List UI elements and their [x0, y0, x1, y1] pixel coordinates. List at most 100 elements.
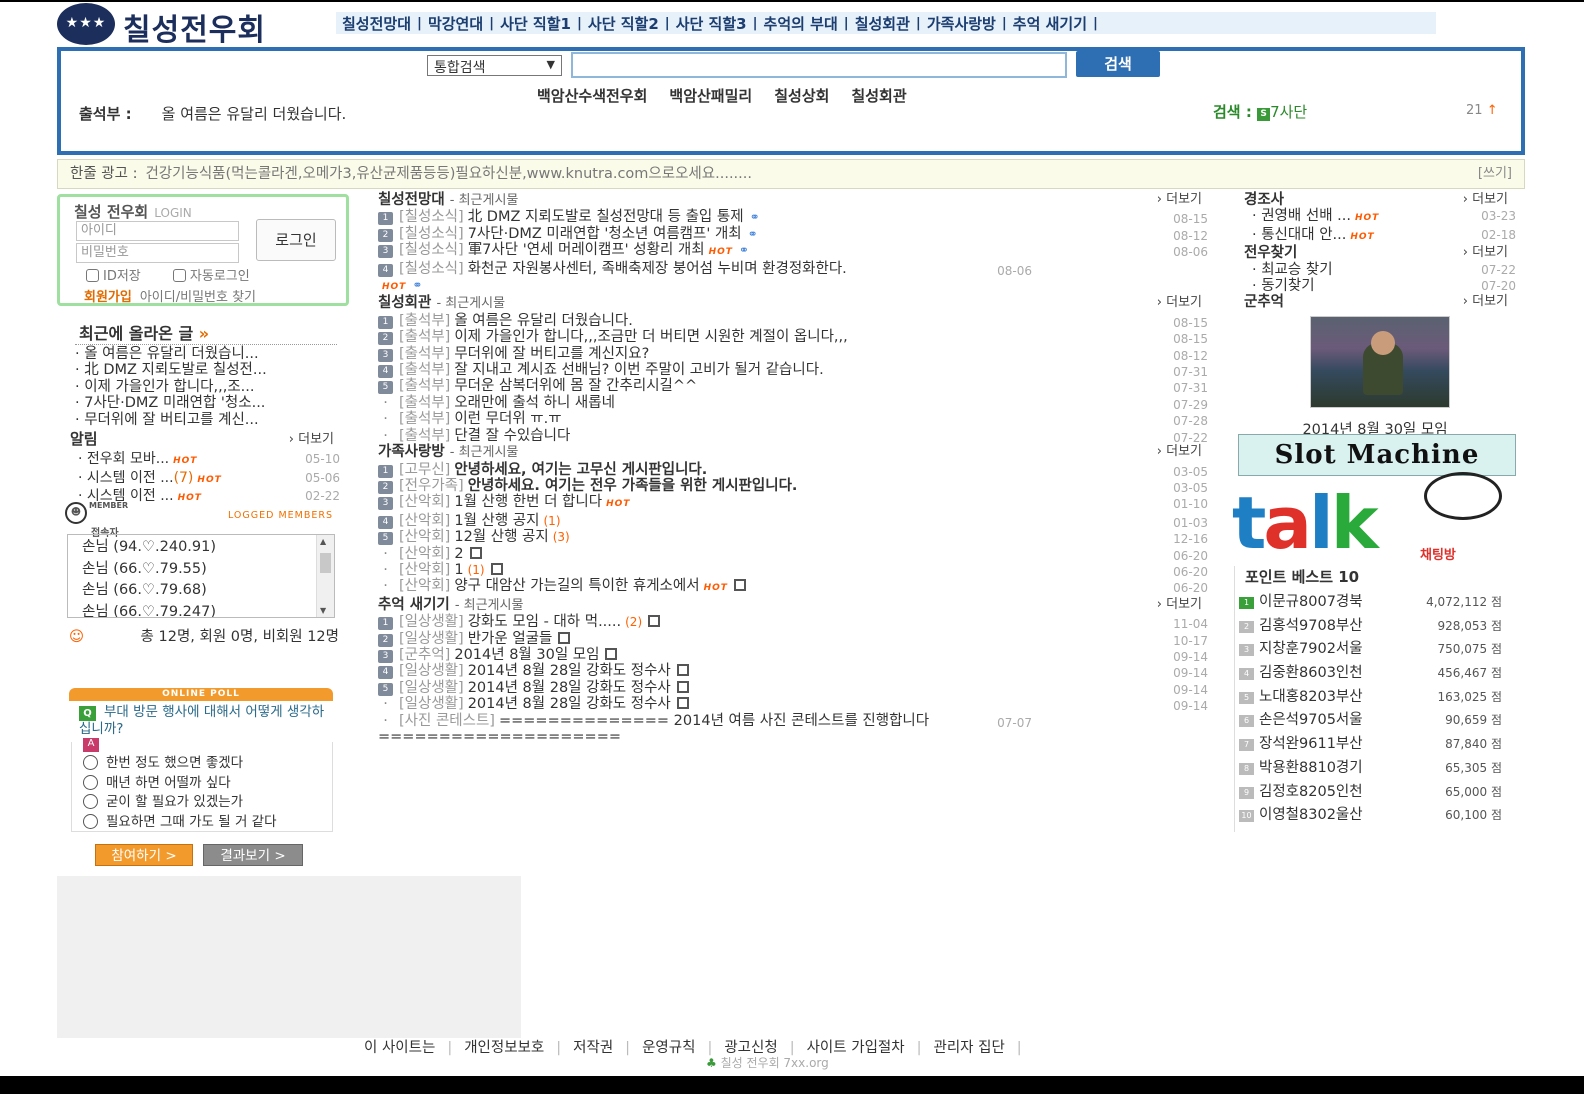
post-title[interactable]: 이런 무더위 ㅠ.ㅠ [454, 411, 561, 427]
nav-item[interactable]: 사단 직할1 [494, 13, 577, 34]
board-post[interactable]: 4 [일상생활] 2014년 8월 28일 강화도 정수사 09-14 [378, 663, 1214, 680]
board-post[interactable]: 동기찾기 07-20 [1244, 278, 1524, 294]
board-post[interactable]: 5 [일상생활] 2014년 8월 28일 강화도 정수사 09-14 [378, 680, 1214, 697]
post-title[interactable]: 2014년 8월 28일 강화도 정수사 [468, 696, 671, 712]
scroll-thumb[interactable] [320, 553, 331, 573]
footer-link[interactable]: 관리자 집단 [933, 1040, 1004, 1056]
board-post[interactable]: · [출석부] 이런 무더위 ㅠ.ㅠ 07-28 [378, 411, 1214, 428]
points-rank-item[interactable]: 7 장석완9611부산 87,840 점 [1235, 733, 1510, 757]
post-title[interactable]: 단결 잘 수있습니다 [454, 428, 570, 444]
board-name[interactable]: 칠성전망대 [378, 192, 445, 208]
scroll-down-icon[interactable]: ▼ [320, 606, 326, 615]
ad-write-link[interactable]: [쓰기] [1478, 160, 1512, 188]
post-title[interactable]: 무더운 삼복더위에 몸 잘 간추리시길^^ [454, 378, 697, 394]
ad-text[interactable]: 건강기능식품(먹는콜라겐,오메가3,유산균제품등등)필요하신분,www.knut… [145, 166, 752, 182]
poll-option[interactable]: 매년 하면 어떨까 싶다 [83, 774, 277, 794]
join-link[interactable]: 회원가입 [84, 290, 132, 305]
board-post[interactable]: 1 [칠성소식] 北 DMZ 지뢰도발로 칠성전망대 등 출입 통제 ⚭ 08-15 [378, 209, 1214, 226]
member-entry[interactable]: 손님 (94.♡.240.91) [82, 537, 334, 559]
poll-result-button[interactable]: 결과보기 > [203, 844, 303, 866]
footer-link[interactable]: 운영규칙 [642, 1040, 695, 1056]
login-button[interactable]: 로그인 [256, 219, 336, 261]
board-more-link[interactable]: 더보기 [1157, 597, 1202, 613]
chat-room-banner[interactable]: talk 채팅방 [1232, 472, 1502, 563]
save-id-checkbox[interactable] [86, 269, 99, 282]
quick-link[interactable]: 칠성상회 [774, 87, 829, 105]
board-post[interactable]: 2 [출석부] 이제 가을인가 합니다,,,조금만 더 버티면 시원한 계절이 옵니… [378, 329, 1214, 346]
board-post[interactable]: 2 [칠성소식] 7사단·DMZ 미래연합 '청소년 여름캠프' 개최 ⚭ 08-12 [378, 226, 1214, 243]
board-post[interactable]: 1 [출석부] 올 여름은 유달리 더웠습니다. 08-15 [378, 313, 1214, 330]
notice-item[interactable]: 전우회 모바...HOT 05-10 [70, 451, 342, 470]
memories-more-link[interactable]: 더보기 [1463, 294, 1508, 310]
footer-link[interactable]: 저작권 [573, 1040, 613, 1056]
auto-login-checkbox[interactable] [172, 269, 186, 282]
post-title[interactable]: 2014년 8월 30일 모임 [454, 647, 599, 663]
post-title[interactable]: 北 DMZ 지뢰도발로 칠성전망대 등 출입 통제 [468, 209, 744, 225]
nav-item[interactable]: 추억의 부대 [758, 13, 844, 34]
post-title[interactable]: 안녕하세요, 여기는 고무신 게시판입니다. [454, 462, 707, 478]
post-title[interactable]: 12월 산행 공지 [454, 529, 548, 545]
post-title[interactable]: 잘 지내고 계시죠 선배님? 이번 주말이 고비가 될거 같습니다. [454, 362, 823, 378]
nav-item[interactable]: 막강연대 [422, 13, 489, 34]
poll-option[interactable]: 굳이 할 필요가 있겠는가 [83, 793, 277, 813]
member-entry[interactable]: 손님 (66.♡.79.68) [82, 580, 334, 602]
points-rank-item[interactable]: 5 노대홍8203부산 163,025 점 [1235, 686, 1510, 710]
post-title[interactable]: 무더위에 잘 버티고를 계신지요? [454, 346, 649, 362]
board-more-link[interactable]: 더보기 [1463, 245, 1508, 261]
nav-item[interactable]: 가족사랑방 [921, 13, 1002, 34]
board-post[interactable]: · [산악회] 2 06-20 [378, 546, 1214, 563]
footer-link[interactable]: 개인정보보호 [464, 1040, 544, 1056]
board-post[interactable]: 1 [일상생활] 강화도 모임 - 대하 먹..... (2) 11-04 [378, 614, 1214, 631]
recent-post-item[interactable]: 7사단·DMZ 미래연합 '청소... [75, 395, 267, 411]
board-post[interactable]: · [사진 콘테스트] ============== 2014년 여름 사진 콘테스… [378, 713, 1038, 746]
recent-post-item[interactable]: 이제 가을인가 합니다,,,조... [75, 379, 267, 395]
recent-post-item[interactable]: 올 여름은 유달리 더웠습니... [75, 346, 267, 362]
quick-link[interactable]: 칠성회관 [851, 87, 906, 105]
post-title[interactable]: 2 [454, 546, 463, 562]
poll-radio[interactable] [83, 774, 98, 790]
board-post[interactable]: 4 [출석부] 잘 지내고 계시죠 선배님? 이번 주말이 고비가 될거 같습니다.… [378, 362, 1214, 379]
recent-post-item[interactable]: 무더위에 잘 버티고를 계신... [75, 412, 267, 428]
board-more-link[interactable]: 더보기 [1463, 192, 1508, 208]
board-post[interactable]: 1 [고무신] 안녕하세요, 여기는 고무신 게시판입니다. 03-05 [378, 462, 1214, 479]
nav-item[interactable]: 사단 직할3 [670, 13, 753, 34]
nav-item[interactable]: 사단 직할2 [582, 13, 665, 34]
board-post[interactable]: 3 [출석부] 무더위에 잘 버티고를 계신지요? 08-12 [378, 346, 1214, 363]
board-post[interactable]: 3 [산악회] 1월 산행 한번 더 합니다 HOT 01-10 [378, 494, 1214, 512]
post-title[interactable]: 화천군 자원봉사센터, 족배축제장 붕어섬 누비며 환경정화한다. [468, 261, 847, 277]
points-rank-item[interactable]: 1 이문규8007경북 4,072,112 점 [1235, 591, 1510, 615]
footer-link[interactable]: 이 사이트는 [364, 1040, 435, 1056]
nav-item[interactable]: 칠성전망대 [336, 13, 417, 34]
post-title[interactable]: 2014년 8월 28일 강화도 정수사 [468, 680, 671, 696]
album-photo[interactable] [1310, 316, 1450, 408]
poll-option[interactable]: 한번 정도 했으면 좋겠다 [83, 754, 277, 774]
scroll-up-icon[interactable]: ▲ [320, 537, 326, 546]
search-button[interactable]: 검색 [1076, 51, 1160, 77]
post-title[interactable]: 안녕하세요. 여기는 전우 가족들을 위한 게시판입니다. [468, 478, 798, 494]
board-post[interactable]: · [출석부] 오래만에 출석 하니 새롭네 07-29 [378, 395, 1214, 412]
nav-item[interactable]: 추억 새기기 [1007, 13, 1093, 34]
board-more-link[interactable]: 더보기 [1157, 444, 1202, 460]
member-entry[interactable]: 손님 (66.♡.79.55) [82, 559, 334, 581]
board-post[interactable]: 3 [군추억] 2014년 8월 30일 모임 09-14 [378, 647, 1214, 664]
member-entry[interactable]: 손님 (66.♡.79.247) [82, 602, 334, 618]
board-post[interactable]: 3 [칠성소식] 軍7사단 '연세 머레이캠프' 성황리 개최 HOT ⚭ 08-06 [378, 242, 1214, 260]
post-title[interactable]: 양구 대암산 가는길의 특이한 휴게소에서 [454, 578, 699, 594]
recent-post-item[interactable]: 北 DMZ 지뢰도발로 칠성전... [75, 362, 266, 378]
board-post[interactable]: 권영배 선배 ...HOT 03-23 [1244, 208, 1524, 226]
quick-link[interactable]: 백암산수색전우회 [537, 87, 647, 105]
board-post[interactable]: · [산악회] 양구 대암산 가는길의 특이한 휴게소에서 HOT 06-20 [378, 578, 1214, 596]
poll-radio[interactable] [83, 794, 98, 810]
board-post[interactable]: 2 [일상생활] 반가운 얼굴들 10-17 [378, 631, 1214, 648]
search-scope-select[interactable]: 통합검색 ▼ [427, 55, 562, 76]
popular-search-value[interactable]: 7사단 [1270, 103, 1307, 121]
site-logo[interactable]: ★★★ 칠성전우회 [57, 3, 312, 48]
poll-radio[interactable] [83, 813, 98, 829]
board-post[interactable]: 4 [칠성소식] 화천군 자원봉사센터, 족배축제장 붕어섬 누비며 환경정화한다.… [378, 261, 1038, 296]
board-post[interactable]: 5 [산악회] 12월 산행 공지 (3) 12-16 [378, 529, 1214, 546]
poll-option[interactable]: 필요하면 그때 가도 될 거 같다 [83, 813, 277, 833]
post-title[interactable]: 1월 산행 한번 더 합니다 [454, 494, 602, 510]
board-post[interactable]: · [산악회] 1 (1) 06-20 [378, 562, 1214, 579]
post-title[interactable]: 1월 산행 공지 [454, 513, 539, 529]
post-title[interactable]: 반가운 얼굴들 [468, 631, 553, 647]
